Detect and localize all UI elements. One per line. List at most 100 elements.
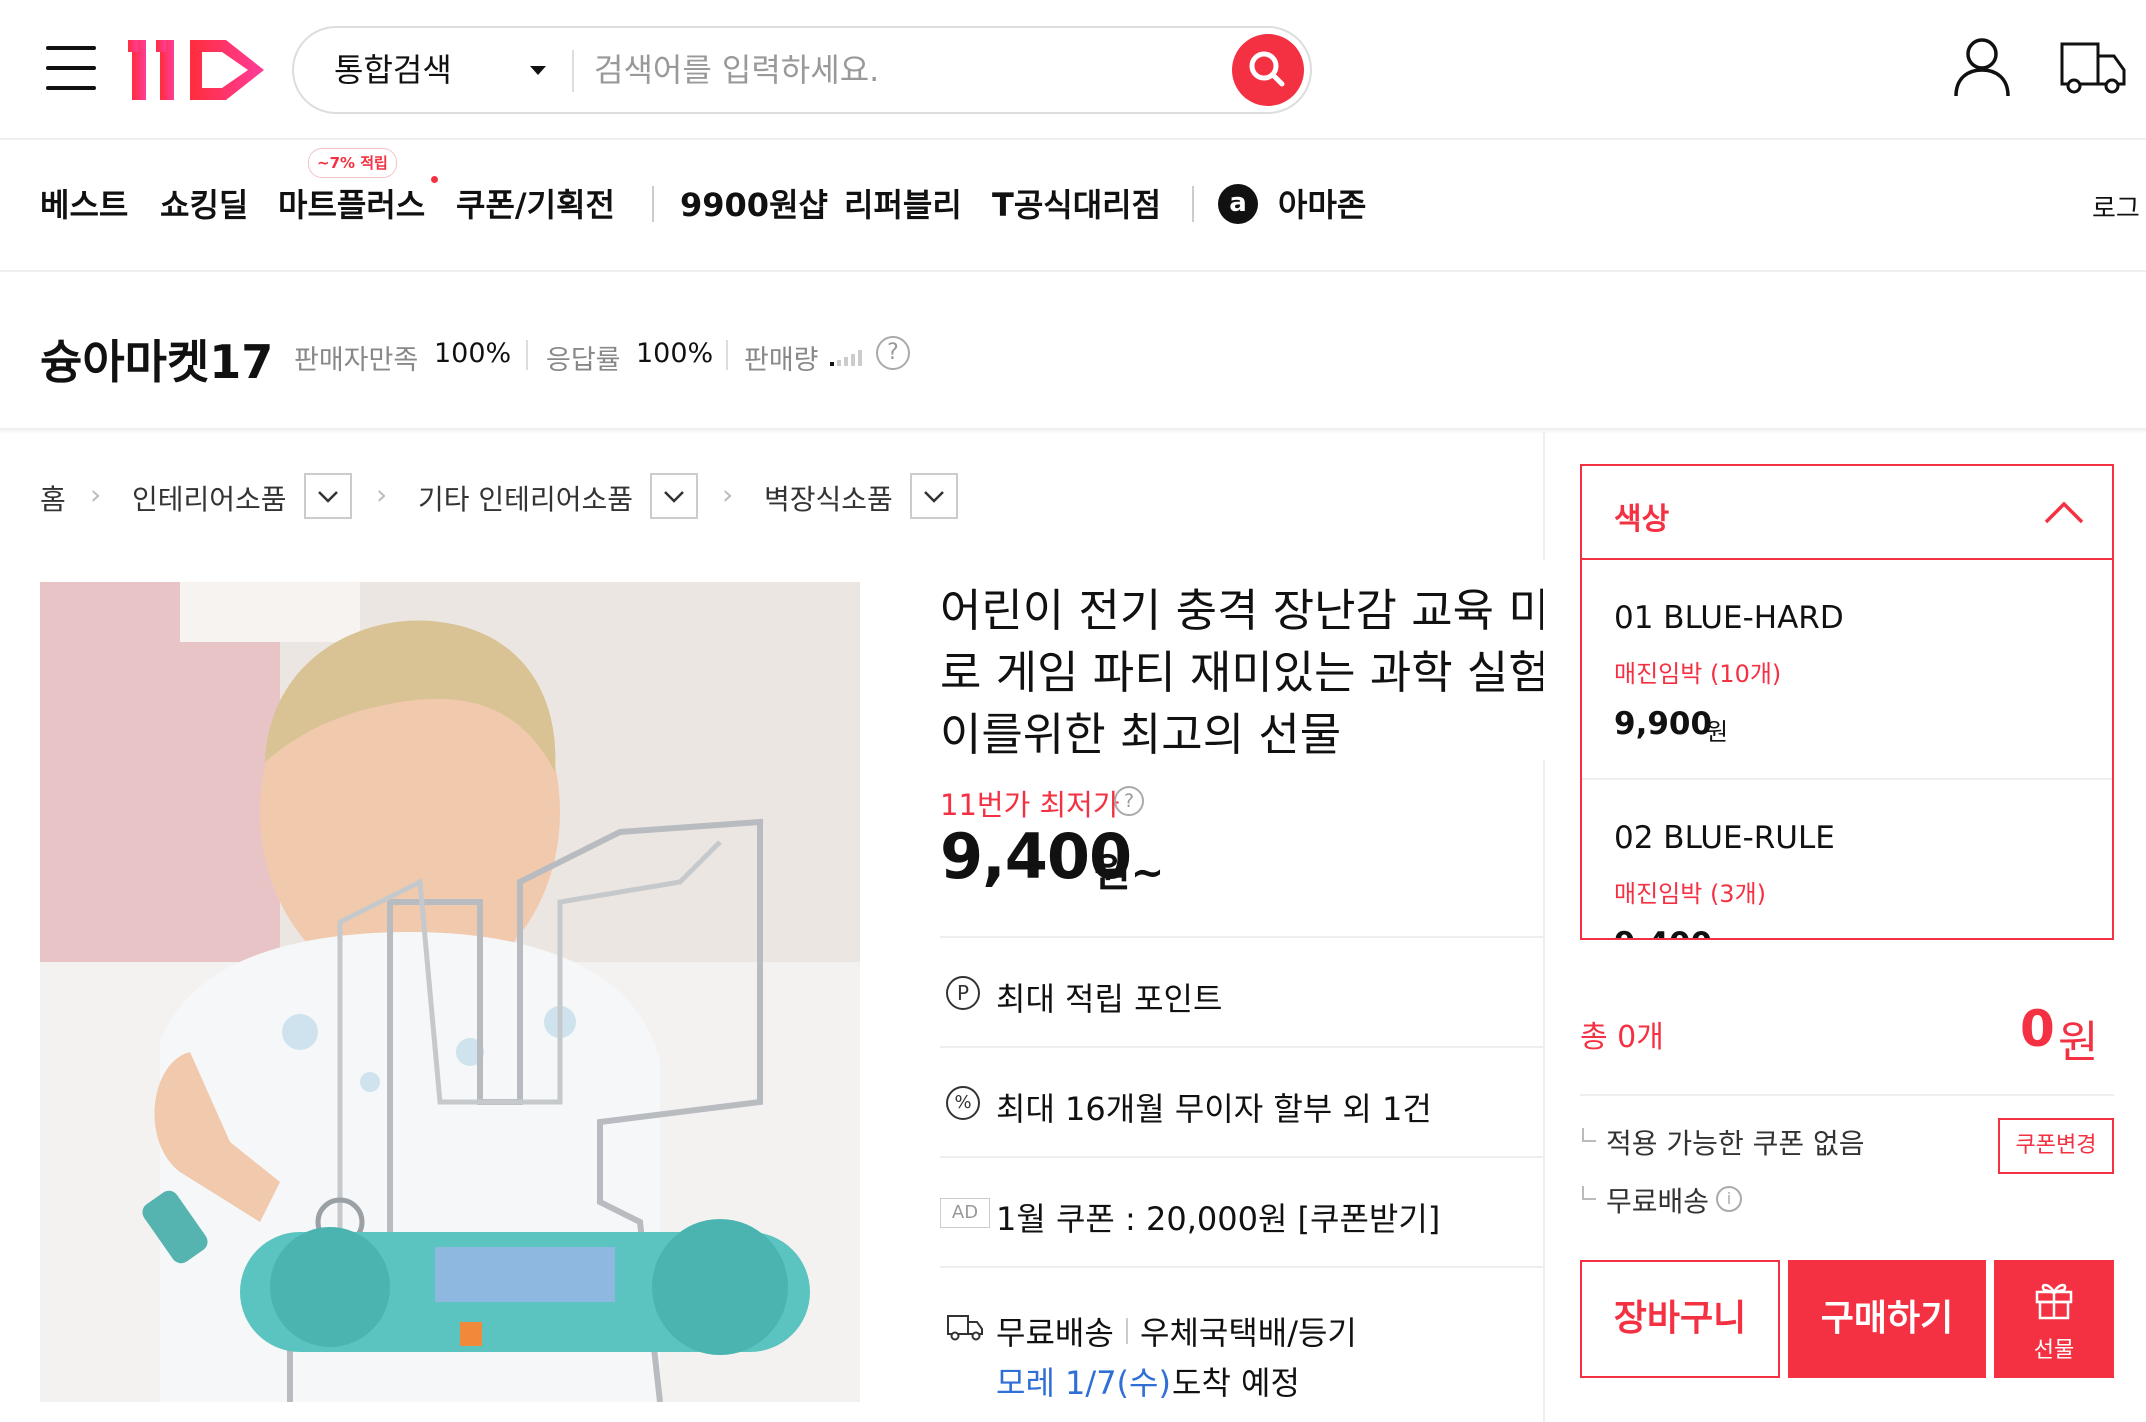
benefit-shipping-row: 무료배송 우체국택배/등기 모레 1/7(수) 도착 예정 <box>940 1266 1544 1422</box>
tree-corner-icon <box>1582 1186 1596 1200</box>
ad-tag: AD <box>940 1198 990 1228</box>
option-item[interactable]: 02 BLUE-RULE 매진임박 (3개) 9,400 원 <box>1582 780 2112 938</box>
nav-divider-line <box>0 270 2146 272</box>
arrival-date: 모레 1/7(수) <box>996 1364 1171 1402</box>
coupon-offer-link[interactable]: 1월 쿠폰 : 20,000원 [쿠폰받기] <box>996 1194 1440 1240</box>
menu-icon[interactable] <box>46 46 96 90</box>
total-price: 0 <box>2020 1000 2055 1058</box>
nav-amazon[interactable]: 아마존 <box>1278 180 1366 226</box>
cart-button[interactable]: 장바구니 <box>1580 1260 1780 1378</box>
breadcrumb-arrow: › <box>722 478 734 511</box>
product-image[interactable] <box>40 582 860 1402</box>
point-icon: P <box>946 976 980 1010</box>
arrival-suffix: 도착 예정 <box>1172 1364 1300 1402</box>
coupon-none-label: 적용 가능한 쿠폰 없음 <box>1606 1127 1865 1160</box>
option-name: 01 BLUE-HARD <box>1614 600 1844 636</box>
breadcrumb-etc-interior[interactable]: 기타 인테리어소품 <box>418 478 633 518</box>
title-overflow-mask <box>1543 560 1583 760</box>
login-link[interactable]: 로그 <box>2092 188 2140 225</box>
product-title-line-3: 이를위한 최고의 선물 <box>940 708 1342 761</box>
option-price-unit: 원 <box>1706 718 1729 746</box>
breadcrumb-arrow: › <box>376 478 388 511</box>
chevron-down-icon[interactable] <box>530 66 546 75</box>
product-price-unit: 원~ <box>1094 850 1165 896</box>
shipping-method: 우체국택배/등기 <box>1140 1314 1357 1352</box>
nav-refurbly[interactable]: 리퍼블리 <box>844 180 962 226</box>
sales-level-icon <box>830 346 870 366</box>
gift-button[interactable]: 선물 <box>1994 1260 2114 1378</box>
breadcrumb-interior[interactable]: 인테리어소품 <box>132 478 287 518</box>
info-icon[interactable]: i <box>1716 1186 1742 1212</box>
nav-t-official-store[interactable]: T공식대리점 <box>992 180 1161 226</box>
breadcrumb-arrow: › <box>90 478 102 511</box>
benefit-installment-row: % 최대 16개월 무이자 할부 외 1건 <box>940 1046 1544 1158</box>
user-icon[interactable] <box>1952 36 2012 98</box>
nav-best[interactable]: 베스트 <box>40 180 128 226</box>
option-name: 02 BLUE-RULE <box>1614 820 1835 856</box>
product-title-line-1: 어린이 전기 충격 장난감 교육 미 <box>940 584 1550 637</box>
header-divider <box>0 138 2146 140</box>
amazon-icon[interactable]: a <box>1218 184 1258 224</box>
breadcrumb-dropdown[interactable] <box>304 473 352 519</box>
satisfaction-value: 100% <box>434 338 512 369</box>
gift-icon <box>2035 1283 2073 1320</box>
buy-button[interactable]: 구매하기 <box>1788 1260 1986 1378</box>
search-bar: 통합검색 <box>292 26 1312 114</box>
option-stock: 매진임박 (10개) <box>1614 660 1782 688</box>
search-category-label[interactable]: 통합검색 <box>334 28 452 112</box>
product-title-line-2: 로 게임 파티 재미있는 과학 실험 <box>940 646 1550 699</box>
total-count: 총 0개 <box>1580 1020 1664 1055</box>
coupon-change-button[interactable]: 쿠폰변경 <box>1998 1118 2114 1174</box>
sales-label: 판매량 <box>744 345 819 376</box>
nav-9900-shop[interactable]: 9900원샵 <box>680 180 828 226</box>
response-value: 100% <box>636 338 714 369</box>
logo[interactable] <box>128 34 270 104</box>
breadcrumb-home[interactable]: 홈 <box>40 478 66 518</box>
nav-mart-plus[interactable]: 마트플러스 <box>278 180 425 226</box>
nav-divider <box>652 186 654 222</box>
option-item[interactable]: 01 BLUE-HARD 매진임박 (10개) 9,900 원 <box>1582 560 2112 780</box>
tree-corner-icon <box>1582 1128 1596 1142</box>
lowest-price-label: 11번가 최저가 <box>940 788 1120 822</box>
option-price-unit: 원 <box>1706 932 1728 938</box>
new-dot <box>431 176 438 183</box>
gift-label: 선물 <box>2033 1338 2075 1363</box>
help-icon[interactable]: ? <box>876 336 910 370</box>
nav-shocking-deal[interactable]: 쇼킹딜 <box>160 180 248 226</box>
benefit-points-row: P 최대 적립 포인트 <box>940 936 1544 1048</box>
stat-divider <box>526 340 528 370</box>
chevron-down-icon <box>924 491 944 503</box>
free-shipping-label: 무료배송 <box>996 1314 1114 1352</box>
shipping-divider <box>1126 1318 1128 1344</box>
help-icon[interactable]: ? <box>1114 786 1144 816</box>
option-price: 9,400 <box>1614 926 1712 938</box>
seller-name[interactable]: 슝아마켓17 <box>40 326 273 392</box>
free-shipping-note: 무료배송 <box>1606 1185 1710 1218</box>
breadcrumb-dropdown[interactable] <box>650 473 698 519</box>
option-stock: 매진임박 (3개) <box>1614 880 1767 908</box>
installment-label[interactable]: 최대 16개월 무이자 할부 외 1건 <box>996 1084 1432 1130</box>
breadcrumb-dropdown[interactable] <box>910 473 958 519</box>
search-icon <box>1249 51 1285 87</box>
reward-badge: ~7% 적립 <box>308 148 397 178</box>
benefit-coupon-row: AD 1월 쿠폰 : 20,000원 [쿠폰받기] <box>940 1156 1544 1268</box>
delivery-truck-icon[interactable] <box>2060 40 2126 96</box>
satisfaction-label: 판매자만족 <box>294 345 419 376</box>
seller-section-shadow <box>0 428 2146 434</box>
option-price: 9,900 <box>1614 706 1713 742</box>
max-points-label[interactable]: 최대 적립 포인트 <box>996 974 1222 1020</box>
nav-divider <box>1192 186 1194 222</box>
response-label: 응답률 <box>546 345 621 376</box>
chevron-up-icon[interactable] <box>2042 494 2086 530</box>
nav-coupon-event[interactable]: 쿠폰/기획전 <box>456 180 615 226</box>
option-header[interactable]: 색상 <box>1582 466 2112 560</box>
stat-divider <box>726 340 728 370</box>
total-divider <box>1580 1094 2114 1096</box>
option-header-label: 색상 <box>1614 502 1670 537</box>
search-input[interactable] <box>592 40 1152 100</box>
breadcrumb-wall-decor[interactable]: 벽장식소품 <box>764 478 893 518</box>
search-button[interactable] <box>1232 34 1304 106</box>
divider <box>572 50 574 92</box>
total-price-unit: 원 <box>2058 1017 2099 1068</box>
chevron-down-icon <box>664 491 684 503</box>
